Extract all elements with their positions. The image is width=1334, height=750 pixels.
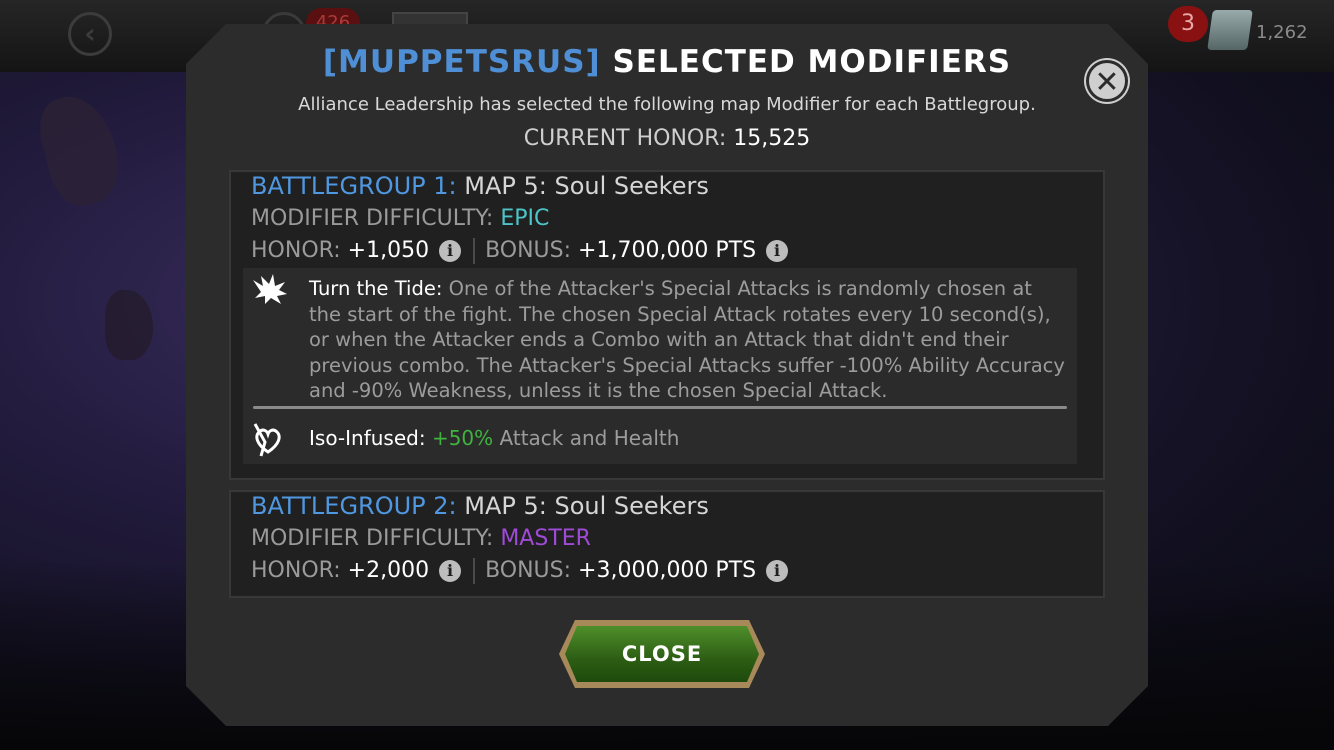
- close-button[interactable]: CLOSE: [559, 620, 765, 688]
- splash-icon: [251, 274, 287, 314]
- background-rock: [31, 87, 129, 213]
- back-button[interactable]: ‹: [68, 12, 112, 56]
- reward-stats: HONOR: +1,050 i BONUS: +1,700,000 PTS i: [251, 238, 789, 264]
- modifier-difficulty: MODIFIER DIFFICULTY: EPIC: [251, 206, 549, 231]
- battlegroup-panel: BATTLEGROUP 2: MAP 5: Soul Seekers MODIF…: [229, 490, 1105, 598]
- current-honor-value: 15,525: [733, 126, 811, 151]
- difficulty-value: EPIC: [500, 206, 550, 231]
- divider: [473, 238, 476, 264]
- divider: [473, 558, 476, 584]
- battlegroup-label: BATTLEGROUP 2:: [251, 492, 457, 520]
- modifier-iso-infused: Iso-Infused: +50% Attack and Health: [309, 426, 679, 450]
- close-button-label: CLOSE: [565, 626, 759, 682]
- bonus-label: BONUS:: [485, 558, 579, 583]
- heart-sword-icon: [251, 422, 285, 466]
- battlegroup-panel: BATTLEGROUP 1: MAP 5: Soul Seekers MODIF…: [229, 170, 1105, 480]
- modifier-divider: [253, 406, 1067, 409]
- battlegroup-header: BATTLEGROUP 2: MAP 5: Soul Seekers: [251, 492, 709, 520]
- current-honor: CURRENT HONOR: 15,525: [186, 126, 1148, 151]
- honor-value: +2,000: [347, 558, 430, 583]
- modal-subtitle: Alliance Leadership has selected the fol…: [298, 94, 1036, 115]
- modifier-name: Iso-Infused:: [309, 426, 426, 450]
- info-icon[interactable]: i: [766, 240, 789, 262]
- info-icon[interactable]: i: [439, 560, 462, 582]
- bonus-value: +3,000,000 PTS: [578, 558, 757, 583]
- modifier-list: Turn the Tide: One of the Attacker's Spe…: [243, 268, 1077, 464]
- modal-title: [MUPPETSRUS] SELECTED MODIFIERS: [186, 44, 1148, 80]
- modifier-description: Attack and Health: [493, 426, 680, 450]
- battlegroup-map: MAP 5: Soul Seekers: [456, 492, 709, 520]
- difficulty-label: MODIFIER DIFFICULTY:: [251, 206, 501, 231]
- reward-stats: HONOR: +2,000 i BONUS: +3,000,000 PTS i: [251, 558, 789, 584]
- difficulty-value: MASTER: [500, 526, 591, 551]
- info-icon[interactable]: i: [766, 560, 789, 582]
- modifier-highlight: +50%: [425, 426, 494, 450]
- battlegroup-header: BATTLEGROUP 1: MAP 5: Soul Seekers: [251, 172, 709, 200]
- currency-value: 1,262: [1256, 22, 1308, 43]
- honor-value: +1,050: [347, 238, 430, 263]
- modifier-difficulty: MODIFIER DIFFICULTY: MASTER: [251, 526, 591, 551]
- alliance-tag: [MUPPETSRUS]: [322, 44, 601, 80]
- modal-title-text: SELECTED MODIFIERS: [600, 44, 1012, 80]
- currency-icon: [1207, 10, 1253, 50]
- info-icon[interactable]: i: [439, 240, 462, 262]
- modifier-turn-the-tide: Turn the Tide: One of the Attacker's Spe…: [309, 276, 1069, 404]
- modifiers-modal: [MUPPETSRUS] SELECTED MODIFIERS ✕ Allian…: [186, 24, 1148, 726]
- honor-label: HONOR:: [251, 238, 348, 263]
- battlegroup-label: BATTLEGROUP 1:: [251, 172, 457, 200]
- current-honor-label: CURRENT HONOR:: [523, 126, 734, 151]
- difficulty-label: MODIFIER DIFFICULTY:: [251, 526, 501, 551]
- battlegroup-map: MAP 5: Soul Seekers: [456, 172, 709, 200]
- bonus-label: BONUS:: [485, 238, 579, 263]
- background-rock: [105, 290, 153, 360]
- notification-badge[interactable]: 3: [1168, 6, 1208, 42]
- modifier-name: Turn the Tide:: [309, 277, 443, 300]
- bonus-value: +1,700,000 PTS: [578, 238, 757, 263]
- honor-label: HONOR:: [251, 558, 348, 583]
